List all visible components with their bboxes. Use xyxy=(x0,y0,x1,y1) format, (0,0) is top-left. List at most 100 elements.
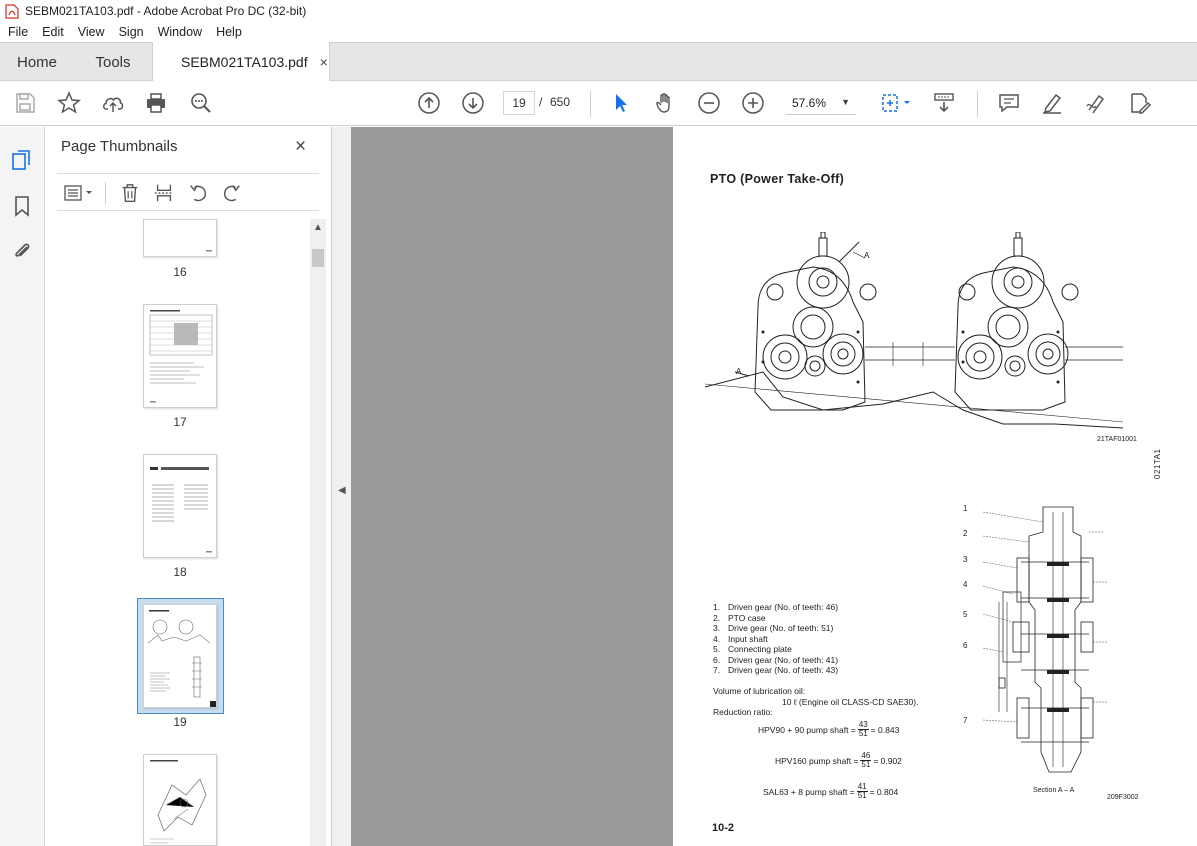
toolbar-divider xyxy=(977,91,978,117)
tab-document-label: SEBM021TA103.pdf xyxy=(181,54,308,70)
tab-document[interactable]: SEBM021TA103.pdf × xyxy=(152,42,330,82)
menu-help[interactable]: Help xyxy=(210,25,248,39)
pto-section-drawing xyxy=(982,506,1107,773)
page-thumbnail-20[interactable] xyxy=(143,754,217,846)
figure-callout: 6 xyxy=(963,641,968,650)
page-separator: / xyxy=(539,95,543,109)
print-icon[interactable] xyxy=(142,89,170,117)
figure-callout: 7 xyxy=(963,716,968,725)
thumbnail-panel: Page Thumbnails × 16 17 18 19 ▲ xyxy=(45,127,331,846)
page-number-input[interactable]: 19 xyxy=(503,91,535,115)
list-item: 7. Driven gear (No. of teeth: 43) xyxy=(713,665,839,675)
delete-icon[interactable] xyxy=(117,180,143,206)
page-thumbnails-icon[interactable] xyxy=(8,146,36,174)
menu-edit[interactable]: Edit xyxy=(36,25,70,39)
pdf-app-icon xyxy=(5,3,19,19)
zoom-level-value: 57.6% xyxy=(792,95,827,110)
figure-code: 21TAF01001 xyxy=(1097,436,1137,443)
reduction-ratio: HPV90 + 90 pump shaft = 43 51 = 0.843 xyxy=(758,720,900,738)
fill-sign-icon[interactable] xyxy=(1126,89,1154,117)
find-icon[interactable] xyxy=(187,89,215,117)
side-code: 021TA1 xyxy=(1153,448,1162,479)
rotate-clockwise-icon[interactable] xyxy=(219,180,245,206)
section-callout-a: A xyxy=(864,251,870,260)
toolbar-divider xyxy=(105,182,106,204)
save-icon[interactable] xyxy=(11,89,39,117)
page-thumbnail-16[interactable] xyxy=(143,219,217,257)
figure-callout: 5 xyxy=(963,610,968,619)
figure-callout: 4 xyxy=(963,580,968,589)
lubrication-label: Volume of lubrication oil: xyxy=(713,686,806,696)
scrollbar-thumb[interactable] xyxy=(312,249,324,267)
thumbnail-label: 16 xyxy=(173,265,187,279)
collapse-panel-icon[interactable]: ◀ xyxy=(338,485,346,496)
section-label: Section A – A xyxy=(1033,787,1075,794)
panel-title: Page Thumbnails xyxy=(61,138,178,155)
menu-window[interactable]: Window xyxy=(152,25,208,39)
pto-assembly-drawing xyxy=(704,232,1124,429)
tab-home[interactable]: Home xyxy=(0,43,74,81)
extract-pages-icon[interactable] xyxy=(151,180,177,206)
tab-tools[interactable]: Tools xyxy=(74,43,152,81)
chevron-down-icon: ▼ xyxy=(841,97,850,107)
panel-splitter[interactable]: ◀ xyxy=(331,127,351,846)
toolbar-divider xyxy=(590,91,591,117)
highlight-icon[interactable] xyxy=(1038,89,1066,117)
menu-sign[interactable]: Sign xyxy=(113,25,150,39)
list-item: 5. Connecting plate xyxy=(713,644,792,654)
document-viewport-background xyxy=(351,127,673,846)
reduction-ratio: SAL63 + 8 pump shaft = 41 51 = 0.804 xyxy=(763,782,899,800)
star-icon[interactable] xyxy=(55,89,83,117)
menu-view[interactable]: View xyxy=(72,25,111,39)
page-thumbnail-18[interactable] xyxy=(143,454,217,558)
zoom-in-icon[interactable] xyxy=(739,89,767,117)
page-display-icon[interactable] xyxy=(876,89,916,117)
title-bar: SEBM021TA103.pdf - Adobe Acrobat Pro DC … xyxy=(0,0,1197,22)
list-item: 1. Driven gear (No. of teeth: 46) xyxy=(713,602,839,612)
section-callout-a: A xyxy=(736,367,742,376)
figure-callout: 3 xyxy=(963,555,968,564)
total-pages: 650 xyxy=(550,95,571,109)
list-item: 2. PTO case xyxy=(713,612,766,623)
lubrication-value: 10 ℓ (Engine oil CLASS-CD SAE30). xyxy=(782,696,919,707)
thumbnail-options-icon[interactable] xyxy=(61,180,97,206)
select-cursor-icon[interactable] xyxy=(607,89,635,117)
menu-file[interactable]: File xyxy=(2,25,34,39)
tab-close-icon[interactable]: × xyxy=(320,54,328,70)
menu-bar: File Edit View Sign Window Help xyxy=(0,22,1197,42)
thumbnail-label: 17 xyxy=(173,415,187,429)
page-thumbnail-17[interactable] xyxy=(143,304,217,408)
window-title: SEBM021TA103.pdf - Adobe Acrobat Pro DC … xyxy=(25,4,307,18)
bookmark-icon[interactable] xyxy=(8,192,36,220)
parts-list: 1. Driven gear (No. of teeth: 46) 2. PTO c… xyxy=(713,602,838,676)
zoom-level-select[interactable]: 57.6% ▼ xyxy=(786,91,856,115)
zoom-out-icon[interactable] xyxy=(695,89,723,117)
list-item: 6. Driven gear (No. of teeth: 41) xyxy=(713,654,839,665)
page-thumbnail-19[interactable] xyxy=(143,604,217,708)
thumbnail-scrollbar[interactable]: ▲ xyxy=(310,219,326,846)
list-item: 3. Drive gear (No. of teeth: 51) xyxy=(713,623,834,633)
scroll-mode-icon[interactable] xyxy=(930,89,958,117)
reduction-ratio: HPV160 pump shaft = 46 51 = 0.902 xyxy=(775,751,902,769)
figure-callout: 2 xyxy=(963,529,968,538)
scroll-up-icon[interactable]: ▲ xyxy=(313,222,323,233)
draw-icon[interactable] xyxy=(1082,89,1110,117)
thumbnail-label: 19 xyxy=(173,715,187,729)
page-number: 10-2 xyxy=(712,822,735,834)
comment-icon[interactable] xyxy=(995,89,1023,117)
figure-callout: 1 xyxy=(963,504,968,513)
hand-tool-icon[interactable] xyxy=(651,89,679,117)
tab-bar: Home Tools SEBM021TA103.pdf × xyxy=(0,42,1197,82)
left-navigation-rail xyxy=(0,127,45,846)
attachment-icon[interactable] xyxy=(8,237,36,265)
previous-page-icon[interactable] xyxy=(415,89,443,117)
rotate-counterclockwise-icon[interactable] xyxy=(185,180,211,206)
pdf-page: PTO (Power Take-Off) A A 21TAF01001 021T… xyxy=(673,127,1197,846)
page-heading: PTO (Power Take-Off) xyxy=(710,172,845,186)
lubrication-info: Volume of lubrication oil: 10 ℓ (Engine … xyxy=(713,686,918,718)
thumbnail-label: 18 xyxy=(173,565,187,579)
close-icon[interactable]: × xyxy=(295,136,306,158)
reduction-label: Reduction ratio: xyxy=(713,707,773,717)
next-page-icon[interactable] xyxy=(459,89,487,117)
cloud-upload-icon[interactable] xyxy=(99,89,127,117)
